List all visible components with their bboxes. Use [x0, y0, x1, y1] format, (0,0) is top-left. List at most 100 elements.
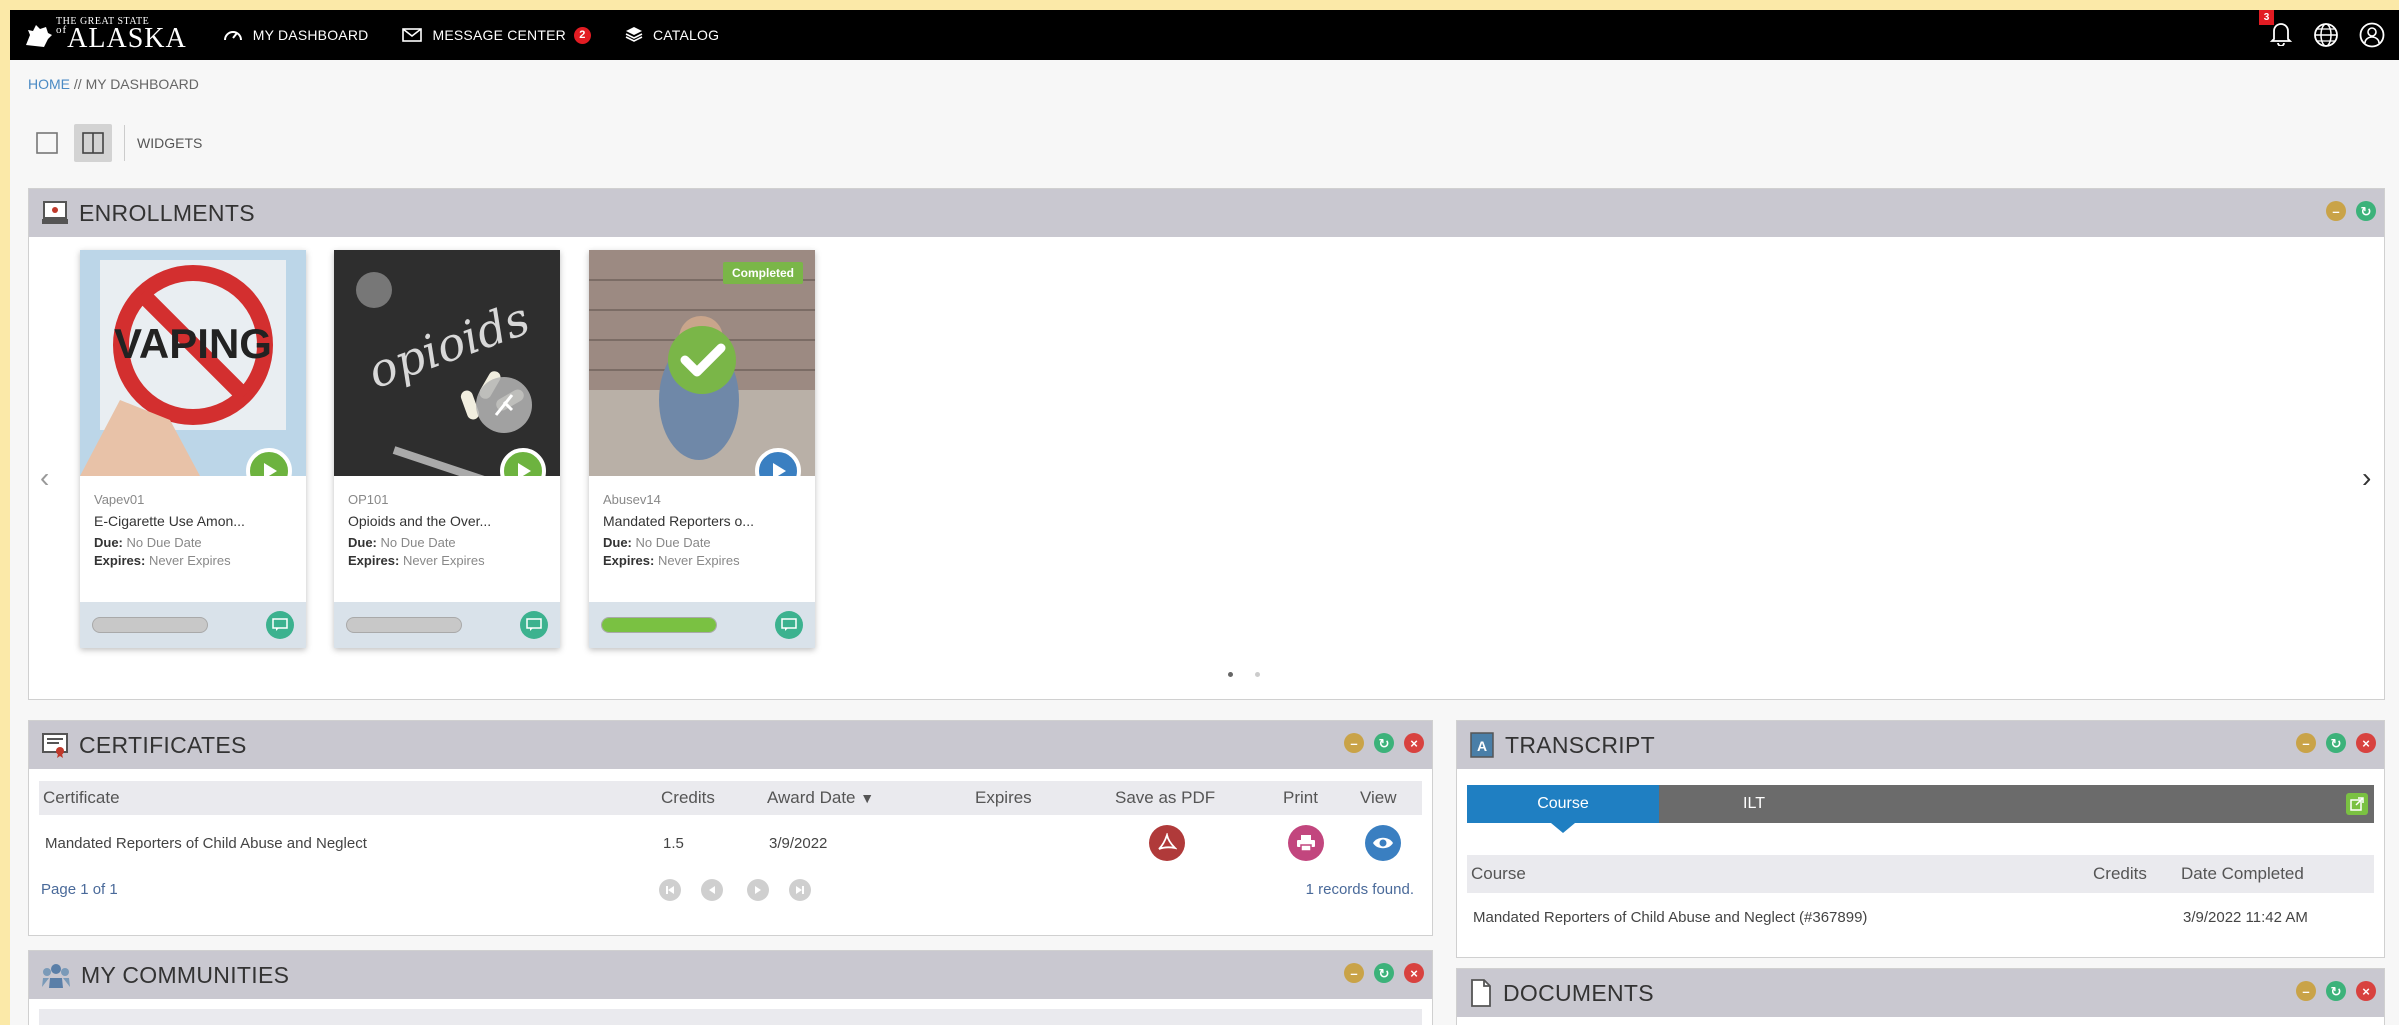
expires-label: Expires: [94, 553, 146, 568]
course-name[interactable]: Mandated Reporters o... [603, 513, 801, 529]
alaska-logo[interactable]: THE GREAT STATE ofALASKA [24, 17, 187, 53]
discussion-button[interactable] [775, 611, 803, 639]
single-column-layout-button[interactable] [28, 124, 66, 162]
user-account-icon[interactable] [2359, 22, 2385, 48]
notifications-button[interactable]: 3 [2259, 10, 2293, 51]
transcript-close-button[interactable]: × [2356, 733, 2376, 753]
due-value: No Due Date [126, 535, 202, 550]
eye-icon [1373, 837, 1393, 849]
gauge-icon [223, 31, 242, 41]
communities-header: MY COMMUNITIES – ↻ × [29, 951, 1432, 999]
enrollments-minimize-button[interactable]: – [2326, 201, 2346, 221]
communities-minimize-button[interactable]: – [1344, 963, 1364, 983]
course-thumbnail[interactable]: VAPING [80, 250, 306, 476]
certificate-award-date: 3/9/2022 [769, 835, 828, 852]
top-nav: THE GREAT STATE ofALASKA MY DASHBOARD ME… [10, 10, 2399, 60]
transcript-date-completed: 3/9/2022 11:42 AM [2183, 909, 2308, 926]
col-certificate[interactable]: Certificate [43, 788, 120, 808]
page-indicator: Page 1 of 1 [41, 881, 118, 898]
course-thumbnail[interactable]: Completed [589, 250, 815, 476]
book-stack-icon [625, 27, 643, 42]
carousel-next-arrow[interactable]: › [2362, 462, 2371, 494]
enrollment-card[interactable]: VAPING Vapev01 E-Cigarette Use Amon... D… [80, 250, 306, 648]
course-thumbnail[interactable]: opioids [334, 250, 560, 476]
communities-close-button[interactable]: × [1404, 963, 1424, 983]
communities-table-header [39, 1009, 1422, 1025]
open-transcript-button[interactable] [2346, 793, 2368, 815]
discussion-button[interactable] [266, 611, 294, 639]
view-button[interactable] [1365, 825, 1401, 861]
opioids-thumbnail-art: opioids [334, 250, 560, 476]
transcript-title: TRANSCRIPT [1505, 731, 1655, 758]
transcript-refresh-button[interactable]: ↻ [2326, 733, 2346, 753]
documents-close-button[interactable]: × [2356, 981, 2376, 1001]
two-column-layout-button[interactable] [74, 124, 112, 162]
first-page-button[interactable] [659, 879, 681, 901]
due-label: Due: [348, 535, 377, 550]
col-expires[interactable]: Expires [975, 788, 1032, 808]
certificates-close-button[interactable]: × [1404, 733, 1424, 753]
nav-dashboard-label: MY DASHBOARD [252, 27, 369, 43]
save-pdf-button[interactable] [1149, 825, 1185, 861]
documents-header: DOCUMENTS – ↻ × [1457, 969, 2384, 1017]
col-award-date-label: Award Date [767, 788, 856, 807]
progress-bar [601, 617, 717, 633]
two-column-icon [82, 132, 104, 154]
certificates-refresh-button[interactable]: ↻ [1374, 733, 1394, 753]
table-row: Mandated Reporters of Child Abuse and Ne… [39, 825, 1422, 865]
nav-message-center[interactable]: MESSAGE CENTER 2 [402, 26, 591, 44]
nav-my-dashboard[interactable]: MY DASHBOARD [223, 26, 369, 44]
last-page-icon [796, 886, 804, 894]
certificates-header: CERTIFICATES – ↻ × [29, 721, 1432, 769]
communities-refresh-button[interactable]: ↻ [1374, 963, 1394, 983]
col-course[interactable]: Course [1471, 864, 1526, 884]
nav-catalog[interactable]: CATALOG [625, 26, 719, 44]
envelope-icon [402, 28, 423, 42]
transcript-minimize-button[interactable]: – [2296, 733, 2316, 753]
table-row: Mandated Reporters of Child Abuse and Ne… [1467, 901, 2374, 935]
col-credits[interactable]: Credits [2093, 864, 2147, 884]
breadcrumb-home-link[interactable]: HOME [28, 76, 70, 92]
col-date-completed[interactable]: Date Completed [2181, 864, 2304, 884]
next-page-button[interactable] [747, 879, 769, 901]
prev-page-icon [709, 886, 715, 894]
expires-value: Never Expires [657, 553, 740, 568]
carousel-dot[interactable] [1255, 672, 1260, 677]
col-award-date[interactable]: Award Date ▼ [767, 788, 874, 808]
enrollments-header: ENROLLMENTS – ↻ [29, 189, 2384, 237]
transcript-course-name[interactable]: Mandated Reporters of Child Abuse and Ne… [1473, 909, 1867, 926]
col-print: Print [1283, 788, 1318, 807]
course-name[interactable]: E-Cigarette Use Amon... [94, 513, 292, 529]
card-footer [589, 602, 815, 648]
enrollment-card[interactable]: Completed Abusev14 Mandated Reporters o.… [589, 250, 815, 648]
carousel-prev-arrow[interactable]: ‹ [40, 462, 49, 494]
document-icon [1471, 979, 1491, 1007]
due-label: Due: [603, 535, 632, 550]
message-count-badge: 2 [573, 26, 591, 44]
certificates-minimize-button[interactable]: – [1344, 733, 1364, 753]
certificates-panel: CERTIFICATES – ↻ × Certificate Credits A… [28, 720, 1433, 936]
external-link-icon [2350, 797, 2364, 811]
next-page-icon [755, 886, 761, 894]
last-page-button[interactable] [789, 879, 811, 901]
col-credits[interactable]: Credits [661, 788, 715, 808]
expires-value: Never Expires [148, 553, 231, 568]
enrollments-refresh-button[interactable]: ↻ [2356, 201, 2376, 221]
course-name[interactable]: Opioids and the Over... [348, 513, 546, 529]
print-button[interactable] [1288, 825, 1324, 861]
enrollment-card[interactable]: opioids OP101 Opioids and the Over... Du… [334, 250, 560, 648]
tab-ilt[interactable]: ILT [1659, 785, 1849, 823]
documents-minimize-button[interactable]: – [2296, 981, 2316, 1001]
discussion-button[interactable] [520, 611, 548, 639]
tab-course[interactable]: Course [1467, 785, 1659, 833]
certificates-title: CERTIFICATES [79, 731, 247, 758]
carousel-dot-active[interactable] [1228, 672, 1233, 677]
due-value: No Due Date [380, 535, 456, 550]
nav-messages-label: MESSAGE CENTER [432, 27, 566, 43]
first-page-icon [666, 886, 674, 894]
prev-page-button[interactable] [701, 879, 723, 901]
globe-icon[interactable] [2313, 22, 2339, 48]
expires-label: Expires: [603, 553, 655, 568]
documents-refresh-button[interactable]: ↻ [2326, 981, 2346, 1001]
widgets-link[interactable]: WIDGETS [137, 135, 202, 151]
